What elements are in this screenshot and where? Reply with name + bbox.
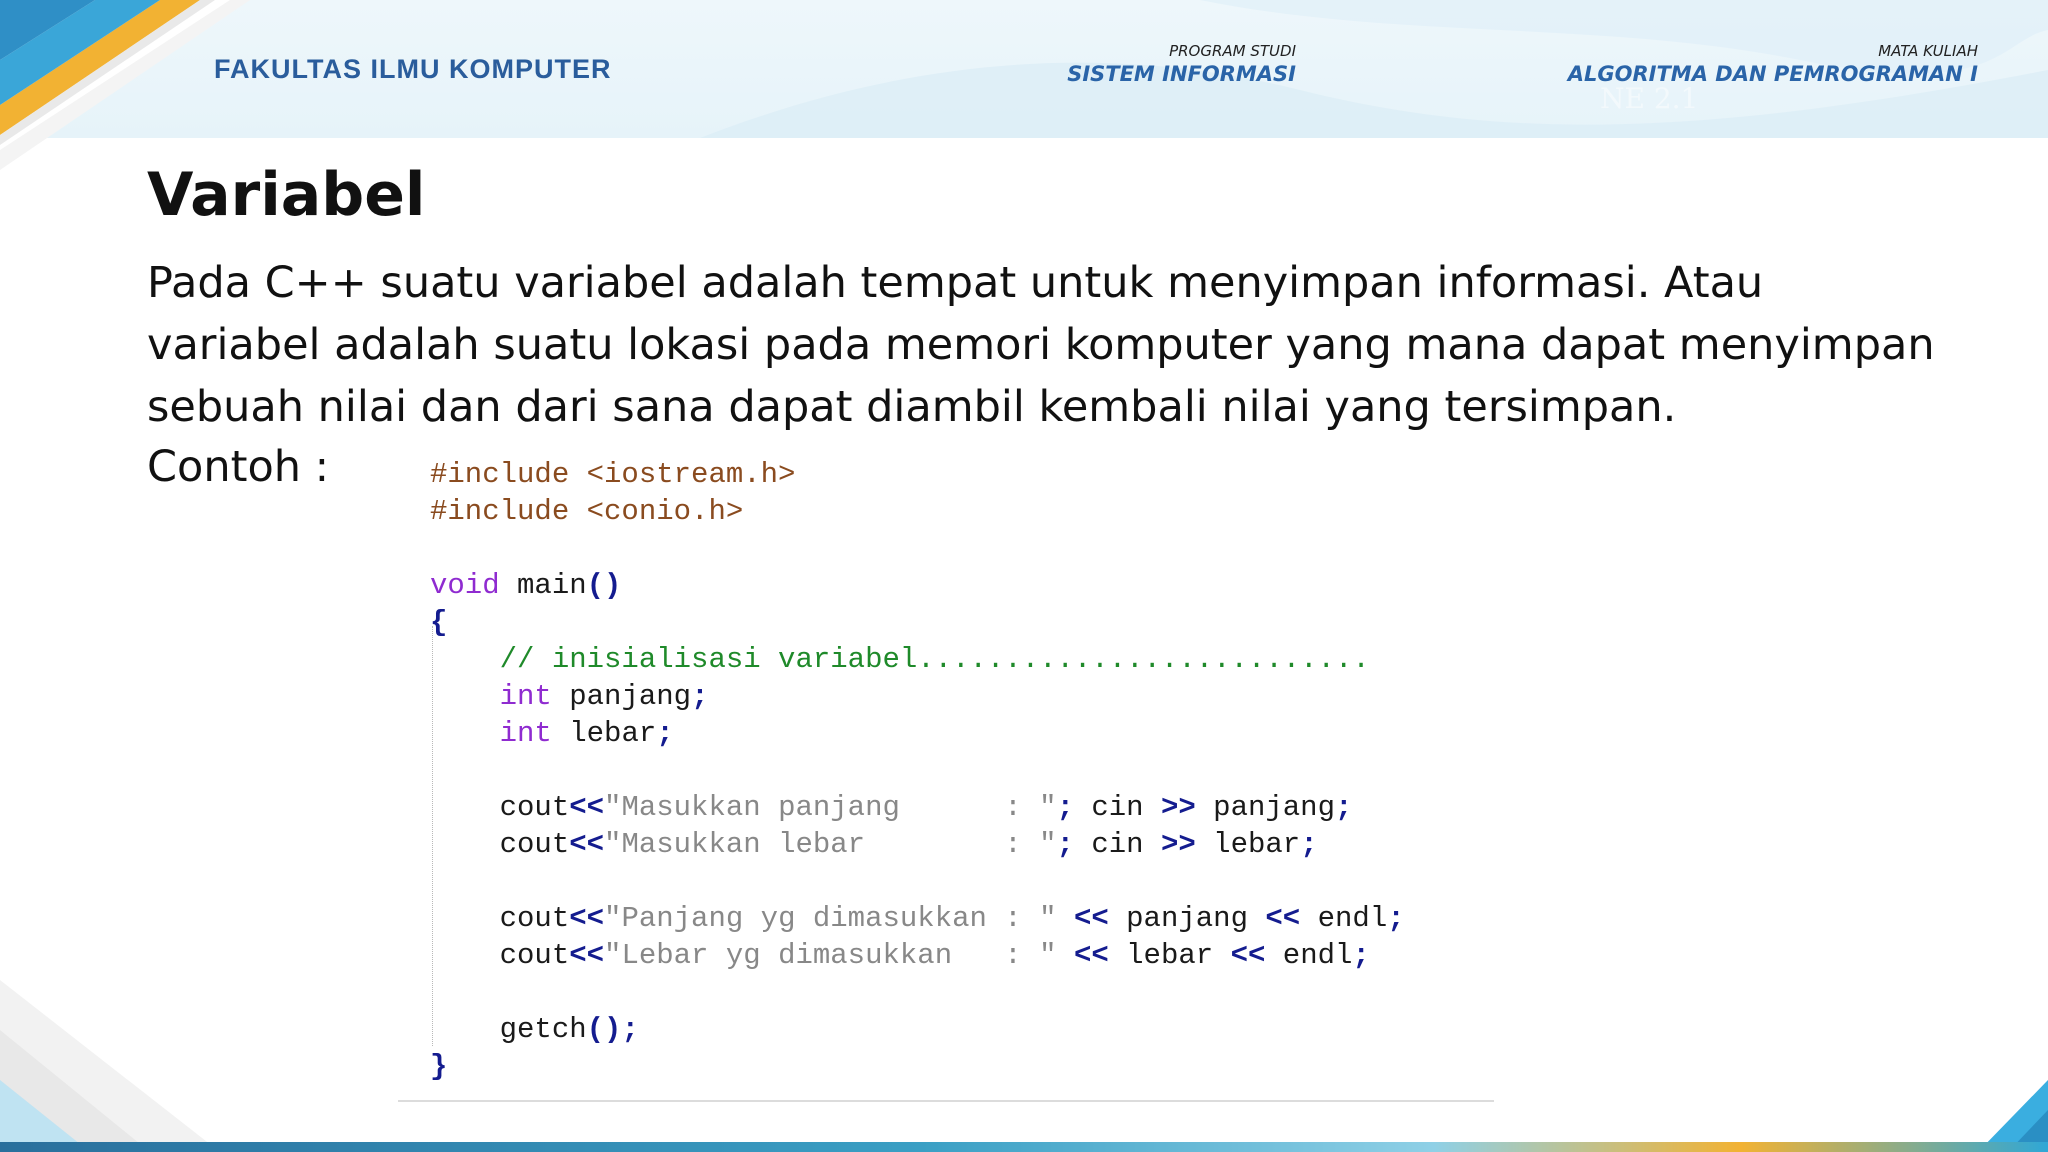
header-ghost-text: NE 2.1 bbox=[1600, 82, 1699, 115]
code-token: cin bbox=[1073, 828, 1161, 861]
code-token: << bbox=[1073, 939, 1109, 972]
code-token: getch bbox=[430, 1013, 587, 1046]
code-token: ; bbox=[691, 680, 709, 713]
code-token: << bbox=[569, 791, 605, 824]
code-example: #include <iostream.h> #include <conio.h> v… bbox=[398, 456, 1494, 1102]
code-token: cout bbox=[430, 791, 570, 824]
code-token: << bbox=[1230, 939, 1266, 972]
code-token: "Panjang yg dimasukkan : " bbox=[604, 902, 1057, 935]
code-token: << bbox=[1265, 902, 1301, 935]
code-line: #include <iostream.h> bbox=[430, 456, 795, 493]
code-line: int panjang; bbox=[430, 678, 709, 715]
code-token: endl bbox=[1300, 902, 1388, 935]
code-token: ; bbox=[1352, 939, 1370, 972]
code-line: cout<<"Masukkan lebar : "; cin >> lebar; bbox=[430, 826, 1318, 863]
code-line: #include <conio.h> bbox=[430, 493, 743, 530]
code-token: endl bbox=[1265, 939, 1353, 972]
code-line: cout<<"Masukkan panjang : "; cin >> panj… bbox=[430, 789, 1353, 826]
code-token: { bbox=[430, 606, 448, 639]
code-token: int bbox=[499, 717, 552, 750]
code-token: #include <conio.h> bbox=[430, 495, 744, 528]
code-token: cin bbox=[1073, 791, 1161, 824]
code-token: panjang bbox=[1195, 791, 1335, 824]
code-token: // inisialisasi variabel................… bbox=[430, 643, 1370, 676]
code-token: cout bbox=[430, 939, 570, 972]
code-line: void main() bbox=[430, 567, 621, 604]
code-line: // inisialisasi variabel................… bbox=[430, 641, 1370, 678]
code-token: main bbox=[499, 569, 587, 602]
code-token: << bbox=[569, 828, 605, 861]
code-token: ; bbox=[1300, 828, 1318, 861]
code-token: ; bbox=[1056, 791, 1074, 824]
code-token: >> bbox=[1160, 791, 1196, 824]
code-token: panjang bbox=[551, 680, 692, 713]
code-token: cout bbox=[430, 902, 570, 935]
code-token: "Masukkan panjang : " bbox=[604, 791, 1057, 824]
code-token: << bbox=[569, 902, 605, 935]
program-value: SISTEM INFORMASI bbox=[1067, 62, 1296, 86]
code-token: int bbox=[499, 680, 552, 713]
code-token: cout bbox=[430, 828, 570, 861]
faculty-name: FAKULTAS ILMU KOMPUTER bbox=[214, 54, 612, 84]
code-token: panjang bbox=[1108, 902, 1266, 935]
code-token: #include <iostream.h> bbox=[430, 458, 796, 491]
code-token: ; bbox=[1387, 902, 1405, 935]
code-token: (); bbox=[586, 1013, 639, 1046]
code-line: int lebar; bbox=[430, 715, 674, 752]
program-label: PROGRAM STUDI bbox=[1169, 42, 1296, 60]
code-token: () bbox=[586, 569, 622, 602]
code-token: "Lebar yg dimasukkan : " bbox=[604, 939, 1057, 972]
code-line: } bbox=[430, 1048, 447, 1085]
code-token: ; bbox=[1056, 828, 1074, 861]
code-token: ; bbox=[656, 717, 674, 750]
header-band: FAKULTAS ILMU KOMPUTER PROGRAM STUDI SIS… bbox=[0, 0, 2048, 138]
code-token: << bbox=[1073, 902, 1109, 935]
code-token: lebar bbox=[551, 717, 657, 750]
footer-strip bbox=[0, 1142, 2048, 1152]
slide-paragraph: Pada C++ suatu variabel adalah tempat un… bbox=[147, 258, 1935, 432]
code-token: } bbox=[430, 1050, 448, 1083]
code-token: "Masukkan lebar : " bbox=[604, 828, 1057, 861]
code-line: { bbox=[430, 604, 447, 641]
code-line: cout<<"Lebar yg dimasukkan : " << lebar … bbox=[430, 937, 1370, 974]
code-token: << bbox=[569, 939, 605, 972]
code-token: void bbox=[430, 569, 500, 602]
code-token: lebar bbox=[1108, 939, 1231, 972]
code-line: getch(); bbox=[430, 1011, 639, 1048]
code-line: cout<<"Panjang yg dimasukkan : " << panj… bbox=[430, 900, 1405, 937]
code-token: lebar bbox=[1195, 828, 1301, 861]
example-label: Contoh : bbox=[147, 442, 330, 492]
footer-left-decoration bbox=[0, 980, 220, 1152]
slide-title: Variabel bbox=[147, 160, 426, 230]
code-token: >> bbox=[1160, 828, 1196, 861]
code-token: ; bbox=[1335, 791, 1353, 824]
course-label: MATA KULIAH bbox=[1878, 42, 1978, 60]
